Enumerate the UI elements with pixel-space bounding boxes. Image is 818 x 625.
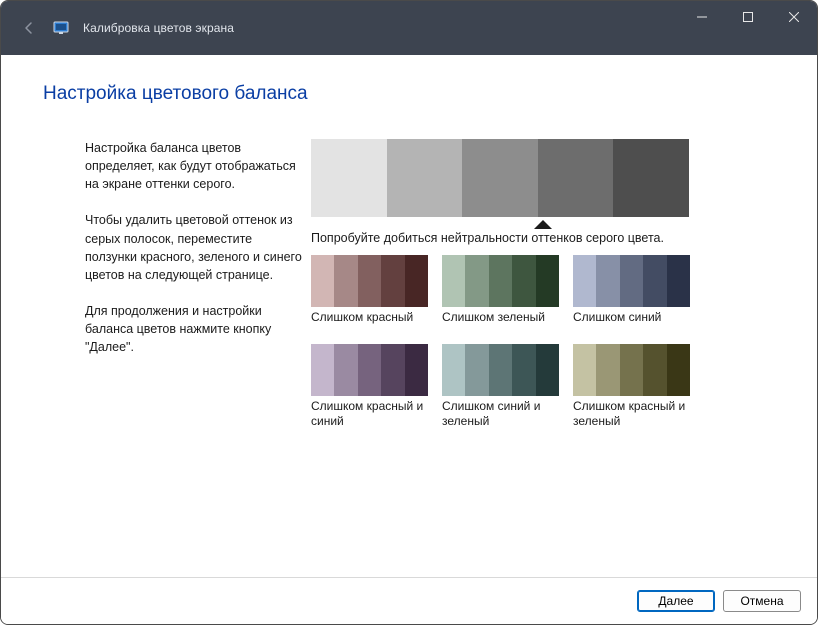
body-row: Настройка баланса цветов определяет, как… [43,139,775,429]
grayscale-step [387,139,463,217]
grayscale-bar [311,139,689,217]
instruction-text: Настройка баланса цветов определяет, как… [43,139,305,429]
close-button[interactable] [771,1,817,33]
swatch-label: Слишком красный [311,310,413,340]
swatch-step [465,255,488,307]
window-controls [679,1,817,55]
swatch-step [643,255,666,307]
swatch-step [512,344,535,396]
grayscale-step [311,139,387,217]
page-title: Настройка цветового баланса [43,83,775,105]
color-sample: Слишком зеленый [442,255,559,340]
swatch-label: Слишком красный и зеленый [573,399,690,429]
instruction-p2: Чтобы удалить цветовой оттенок из серых … [85,211,305,284]
swatch-label: Слишком зеленый [442,310,545,340]
swatch-step [667,344,690,396]
swatch-row [311,344,428,396]
swatch-step [536,344,559,396]
swatch-step [489,255,512,307]
swatch-step [311,344,334,396]
swatch-step [667,255,690,307]
swatch-step [465,344,488,396]
swatch-step [620,255,643,307]
color-sample: Слишком синий и зеленый [442,344,559,429]
swatch-step [512,255,535,307]
footer: Далее Отмена [1,577,817,624]
swatch-step [442,255,465,307]
swatch-step [442,344,465,396]
swatch-row [573,344,690,396]
swatch-step [358,344,381,396]
color-sample: Слишком красный и зеленый [573,344,690,429]
swatch-step [489,344,512,396]
grayscale-step [538,139,614,217]
swatch-step [596,344,619,396]
swatch-step [381,255,404,307]
instruction-p1: Настройка баланса цветов определяет, как… [85,139,305,193]
swatch-label: Слишком синий и зеленый [442,399,559,429]
window-title: Калибровка цветов экрана [83,21,234,35]
swatch-step [311,255,334,307]
swatch-step [573,255,596,307]
swatch-step [573,344,596,396]
swatch-step [620,344,643,396]
swatch-step [536,255,559,307]
titlebar-left: Калибровка цветов экрана [1,1,679,55]
grayscale-step [462,139,538,217]
swatch-step [405,255,428,307]
swatch-step [334,255,357,307]
titlebar: Калибровка цветов экрана [1,1,817,55]
color-sample: Слишком красный [311,255,428,340]
wizard-window: Калибровка цветов экрана Настройка цвето… [0,0,818,625]
next-button[interactable]: Далее [637,590,715,612]
pointer-up-icon [534,220,552,229]
swatch-row [311,255,428,307]
swatch-step [643,344,666,396]
color-sample: Слишком красный и синий [311,344,428,429]
sample-grid: Слишком красный Слишком зеленый Слишком си… [311,255,690,429]
minimize-button[interactable] [679,1,725,33]
swatch-label: Слишком красный и синий [311,399,428,429]
preview-area: Попробуйте добиться нейтральности оттенк… [311,139,775,429]
neutral-instruction: Попробуйте добиться нейтральности оттенк… [311,231,689,245]
color-sample: Слишком синий [573,255,690,340]
swatch-row [573,255,690,307]
swatch-row [442,255,559,307]
swatch-step [405,344,428,396]
swatch-step [381,344,404,396]
swatch-step [358,255,381,307]
content-area: Настройка цветового баланса Настройка ба… [1,55,817,577]
app-icon [53,20,69,36]
swatch-label: Слишком синий [573,310,661,340]
back-button [19,18,39,38]
instruction-p3: Для продолжения и настройки баланса цвет… [85,302,305,356]
grayscale-step [613,139,689,217]
maximize-button[interactable] [725,1,771,33]
swatch-row [442,344,559,396]
cancel-button[interactable]: Отмена [723,590,801,612]
swatch-step [334,344,357,396]
swatch-step [596,255,619,307]
